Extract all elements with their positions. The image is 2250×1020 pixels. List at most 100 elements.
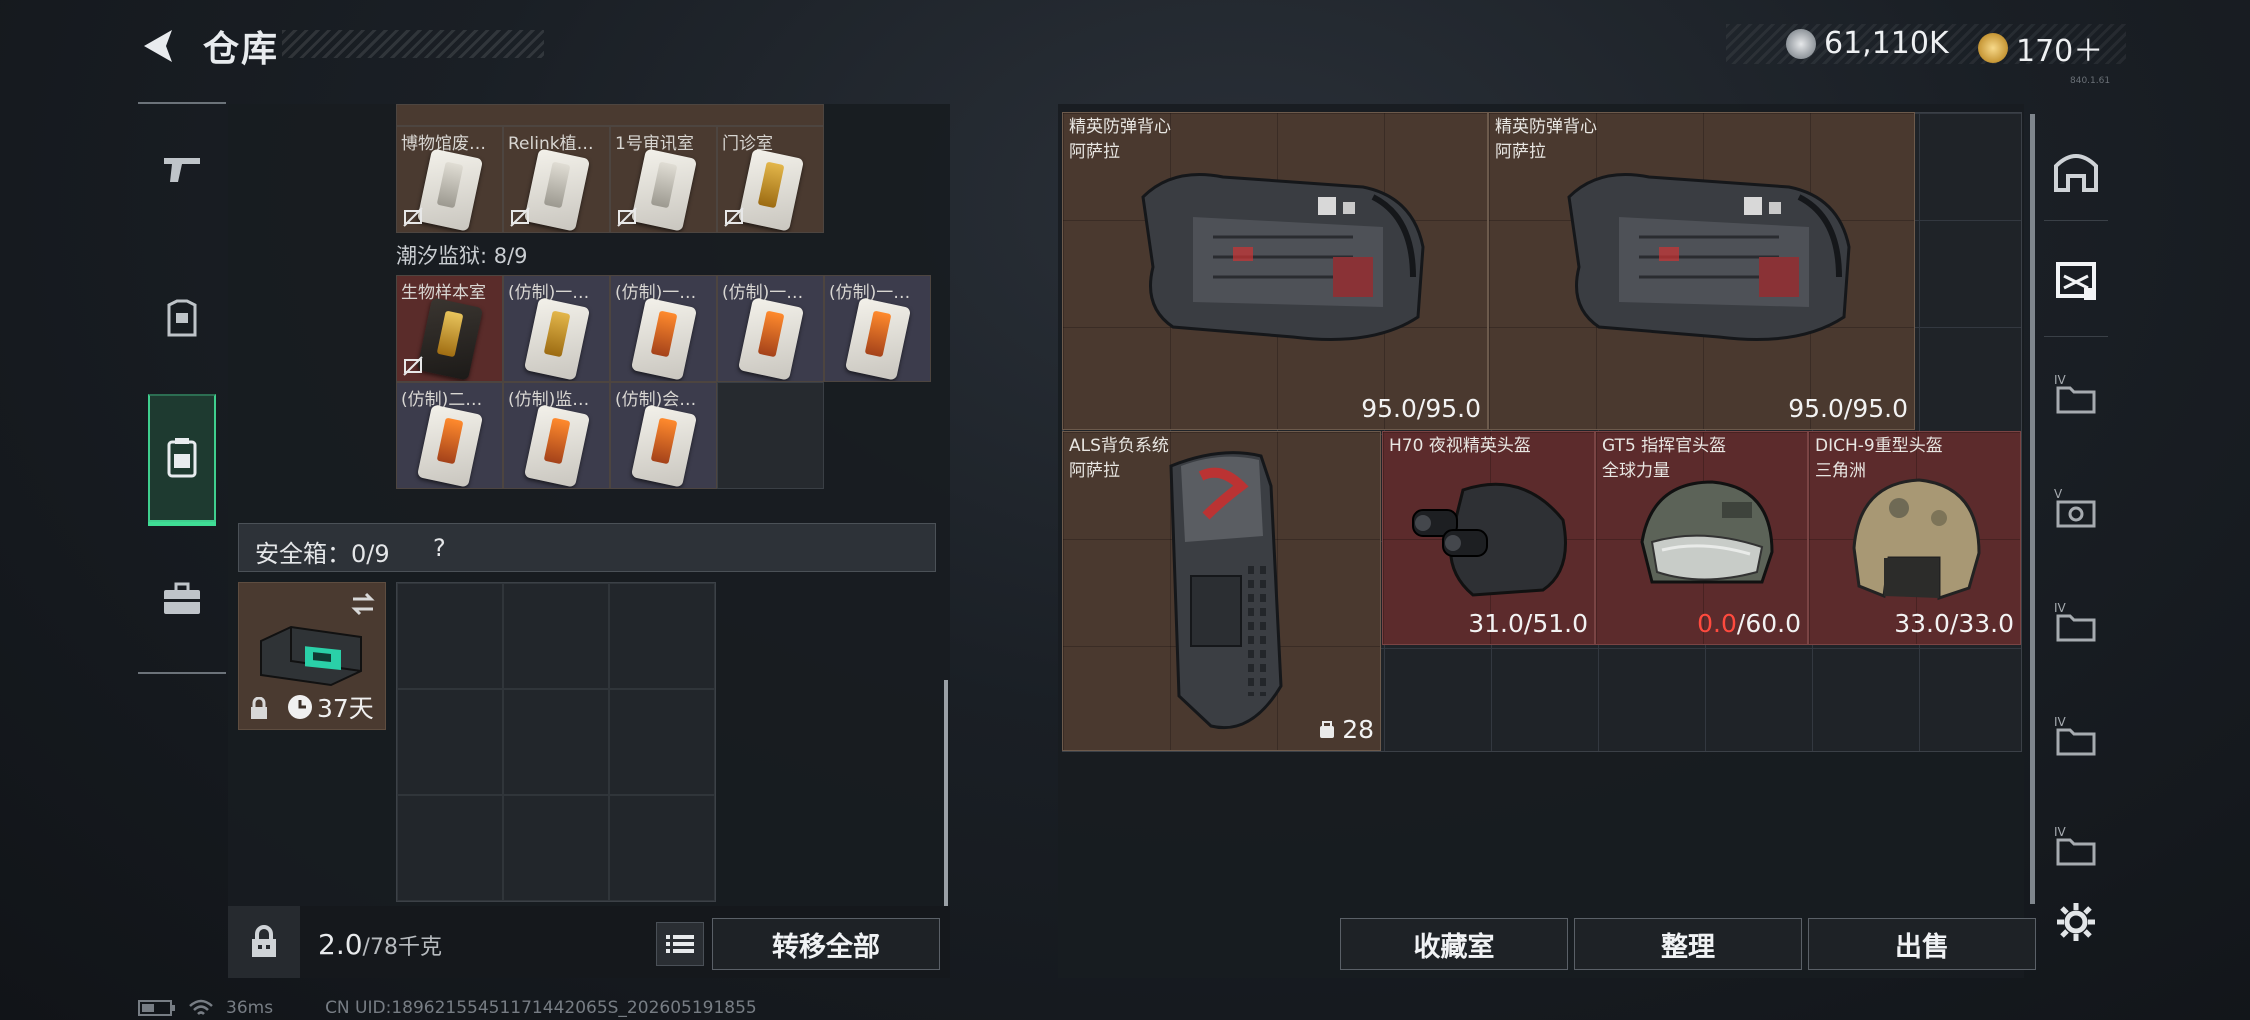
keycard-slot[interactable]: 生物样本室 <box>396 275 503 382</box>
gold-currency[interactable]: 170＋ <box>1978 26 2103 70</box>
right-nav-folder-2[interactable]: V <box>2044 476 2108 540</box>
item-durability: 95.0/95.0 <box>1361 394 1481 423</box>
item-origin: 阿萨拉 <box>1495 142 1546 162</box>
right-nav-folder-5[interactable]: IV <box>2044 814 2108 878</box>
item-als-backpack[interactable]: ALS背负系统 阿萨拉 28 <box>1062 431 1381 751</box>
right-nav-folder-1[interactable]: IV <box>2044 362 2108 426</box>
capacity-icon <box>1320 720 1335 738</box>
keycard-slot[interactable]: (仿制)监… <box>503 382 610 489</box>
item-dich9-helmet[interactable]: DICH-9重型头盔 三角洲 33.0/33.0 <box>1808 431 2021 645</box>
version-tag: 840.1.61 <box>2070 76 2111 86</box>
safe-box-label: 安全箱：0/9 <box>255 540 390 568</box>
keycard-icon <box>416 297 484 381</box>
sell-button[interactable]: 出售 <box>1808 918 2036 970</box>
keycard-icon <box>844 297 912 381</box>
keycard-icon <box>737 148 805 232</box>
keycard-slot[interactable]: Relink植… <box>503 126 610 233</box>
item-durability: 0.0/60.0 <box>1697 609 1801 638</box>
keycard-icon <box>523 404 591 488</box>
safe-slot[interactable] <box>503 583 609 689</box>
inventory-bottom-bar: 2.0/78千克 转移全部 <box>228 906 950 978</box>
svg-text:IV: IV <box>2054 373 2067 387</box>
prison-section-title: 潮汐监狱: 8/9 <box>396 244 528 268</box>
keycard-slot[interactable]: 1号审讯室 <box>610 126 717 233</box>
settings-button[interactable] <box>2044 890 2108 954</box>
durability-max: /60.0 <box>1736 609 1801 638</box>
scrolled-row-edge <box>396 104 824 126</box>
right-scrollbar[interactable] <box>2030 114 2035 904</box>
safe-slot[interactable] <box>397 795 503 901</box>
helmet-visor-icon <box>1640 480 1774 584</box>
item-elite-vest[interactable]: 精英防弹背心 阿萨拉 95.0/95.0 <box>1488 112 1915 430</box>
right-nav-folder-3[interactable]: IV <box>2044 590 2108 654</box>
keycard-slot[interactable]: (仿制)一… <box>610 275 717 382</box>
briefcase-icon <box>164 582 200 614</box>
helmet-nvg-icon <box>1412 482 1567 597</box>
safe-case-icon <box>260 625 362 687</box>
keycard-icon <box>737 297 805 381</box>
weight-indicator: 2.0/78千克 <box>318 928 442 961</box>
nav-briefcase[interactable] <box>138 544 226 654</box>
prison-keycard-grid-row2: (仿制)二… (仿制)监… (仿制)会… <box>396 382 824 489</box>
keycard-slot[interactable]: 门诊室 <box>717 126 824 233</box>
lock-button[interactable] <box>228 906 300 978</box>
weight-max: /78千克 <box>362 935 442 960</box>
silver-currency[interactable]: 61,110K <box>1786 26 1949 61</box>
safe-box-header: 安全箱：0/9 ? <box>238 523 936 572</box>
right-nav-equipment[interactable] <box>2044 248 2108 312</box>
uid-text: CN UID:18962155451171442065S_20260519185… <box>325 998 757 1018</box>
list-view-button[interactable] <box>656 922 704 966</box>
weight-current: 2.0 <box>318 928 363 961</box>
item-origin: 阿萨拉 <box>1069 142 1120 162</box>
safe-slot[interactable] <box>397 583 503 689</box>
transfer-all-button[interactable]: 转移全部 <box>712 918 940 970</box>
heavy-helmet-icon <box>1852 478 1981 601</box>
folder-icon: IV <box>2054 601 2096 642</box>
organize-button[interactable]: 整理 <box>1574 918 1802 970</box>
safe-box-grid <box>396 582 716 902</box>
keycard-slot[interactable]: (仿制)一… <box>717 275 824 382</box>
nav-weapons[interactable] <box>138 114 226 224</box>
safe-box-container[interactable]: 37天 <box>238 582 386 730</box>
nav-separator <box>2044 336 2108 337</box>
safe-slot[interactable] <box>503 689 609 795</box>
nav-backpack[interactable] <box>148 394 216 526</box>
item-elite-vest[interactable]: 精英防弹背心 阿萨拉 95.0/95.0 <box>1062 112 1488 430</box>
safe-slot[interactable] <box>609 689 715 795</box>
item-durability: 33.0/33.0 <box>1894 609 2014 638</box>
keycard-icon <box>523 297 591 381</box>
no-carry-icon <box>724 207 744 227</box>
padlock-icon <box>252 925 276 957</box>
right-nav-folder-4[interactable]: IV <box>2044 704 2108 768</box>
keycard-slot[interactable]: (仿制)二… <box>396 382 503 489</box>
backpack-icon <box>1169 451 1283 730</box>
help-icon[interactable]: ? <box>433 534 446 562</box>
keycard-icon <box>416 148 484 232</box>
item-capacity: 28 <box>1318 715 1374 744</box>
nav-armor[interactable] <box>138 264 226 374</box>
item-h70-helmet[interactable]: H70 夜视精英头盔 31.0/51.0 <box>1382 431 1595 645</box>
folder-icon: IV <box>2054 715 2096 756</box>
left-scrollbar[interactable] <box>944 680 948 908</box>
safe-slot[interactable] <box>609 583 715 689</box>
silver-amount: 61,110K <box>1824 26 1949 61</box>
vest-icon <box>1567 173 1851 341</box>
svg-text:IV: IV <box>2054 715 2067 729</box>
safe-slot[interactable] <box>503 795 609 901</box>
folder-icon: IV <box>2054 373 2096 414</box>
keycard-slot[interactable]: (仿制)一… <box>824 275 931 382</box>
item-durability: 31.0/51.0 <box>1468 609 1588 638</box>
keycard-slot[interactable]: (仿制)会… <box>610 382 717 489</box>
back-button[interactable] <box>138 24 182 68</box>
keycard-slot[interactable]: 博物馆废… <box>396 126 503 233</box>
item-durability: 95.0/95.0 <box>1788 394 1908 423</box>
right-nav-home[interactable] <box>2044 138 2108 202</box>
keycard-slot[interactable]: (仿制)一… <box>503 275 610 382</box>
item-gt5-helmet[interactable]: GT5 指挥官头盔 全球力量 0.0/60.0 <box>1595 431 1808 645</box>
empty-keycard-slot[interactable] <box>717 382 824 489</box>
collection-room-button[interactable]: 收藏室 <box>1340 918 1568 970</box>
safe-slot[interactable] <box>609 795 715 901</box>
svg-text:V: V <box>2054 487 2063 501</box>
no-carry-icon <box>617 207 637 227</box>
safe-slot[interactable] <box>397 689 503 795</box>
